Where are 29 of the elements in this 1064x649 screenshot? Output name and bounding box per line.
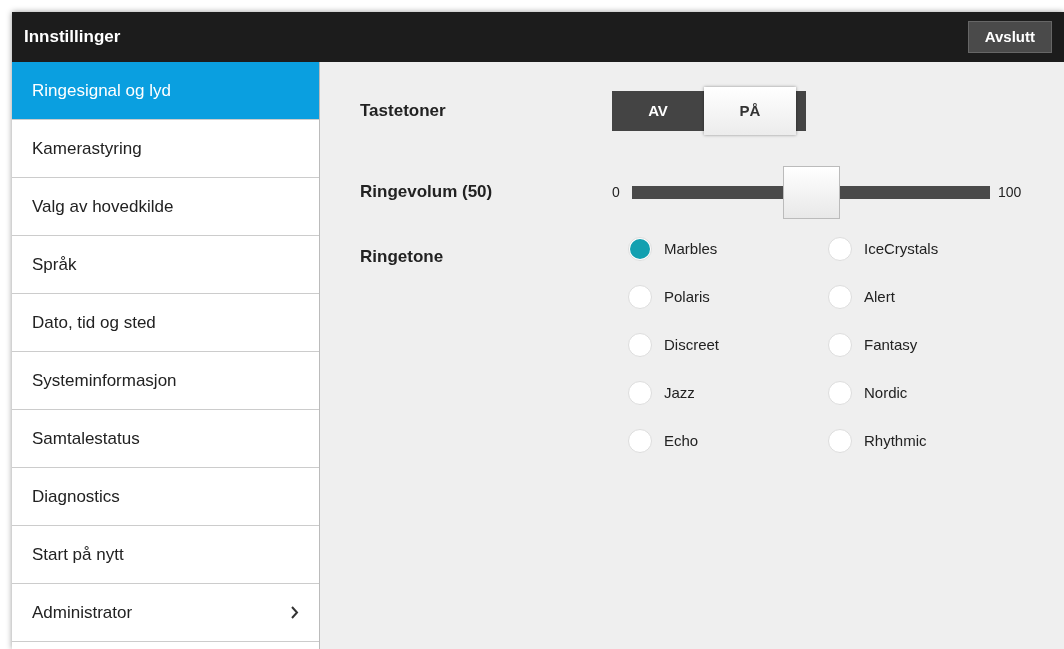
setting-label: Ringevolum (50) [360, 181, 494, 204]
window-title: Innstillinger [24, 26, 121, 49]
radio-button[interactable] [828, 333, 852, 357]
radio-option[interactable]: Alert [828, 284, 1028, 310]
radio-button[interactable] [628, 429, 652, 453]
radio-button[interactable] [828, 381, 852, 405]
radio-button[interactable] [628, 237, 652, 261]
radio-option[interactable]: Echo [628, 428, 828, 454]
radio-button[interactable] [828, 285, 852, 309]
radio-button[interactable] [828, 429, 852, 453]
toggle-option[interactable]: PÅ [704, 87, 796, 135]
radio-option[interactable]: Nordic [828, 380, 1028, 406]
radio-option[interactable]: IceCrystals [828, 236, 1028, 262]
radio-option[interactable]: Polaris [628, 284, 828, 310]
exit-button[interactable]: Avslutt [967, 21, 1052, 53]
radio-option[interactable]: Fantasy [828, 332, 1028, 358]
radio-option[interactable]: Discreet [628, 332, 828, 358]
setting-label: Ringetone [360, 246, 445, 268]
slider-min-label: 0 [612, 182, 621, 202]
slider-max-label: 100 [998, 182, 1022, 202]
slider-thumb[interactable] [783, 165, 840, 219]
radio-button[interactable] [628, 381, 652, 405]
radio-button[interactable] [828, 237, 852, 261]
radio-button[interactable] [628, 333, 652, 357]
radio-option[interactable]: Jazz [628, 380, 828, 406]
radio-button[interactable] [628, 285, 652, 309]
radio-option[interactable]: Rhythmic [828, 428, 1028, 454]
setting-label: Tastetoner [360, 100, 447, 123]
radio-option[interactable]: Marbles [628, 236, 828, 262]
